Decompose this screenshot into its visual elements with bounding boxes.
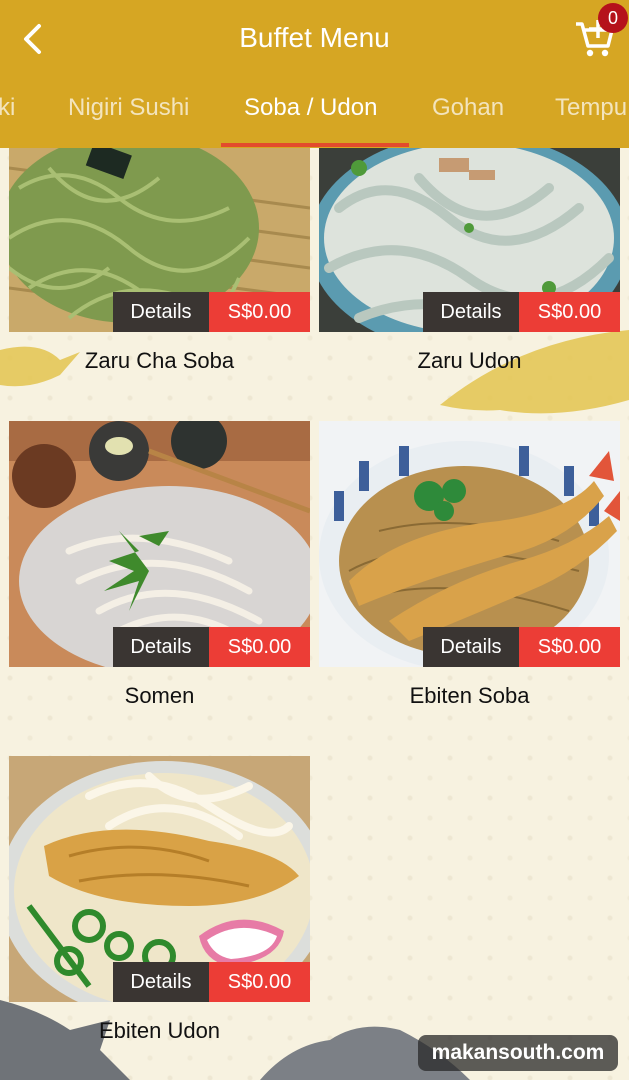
- details-button[interactable]: Details: [113, 627, 209, 667]
- active-tab-indicator: [221, 143, 409, 147]
- cart-count-badge: 0: [598, 3, 628, 33]
- category-tabs: ki Nigiri Sushi Soba / Udon Gohan Tempu: [0, 84, 629, 148]
- price-label: S$0.00: [209, 292, 310, 332]
- page-title: Buffet Menu: [239, 22, 390, 53]
- price-label: S$0.00: [209, 627, 310, 667]
- gold-splash-decoration: [0, 330, 629, 414]
- item-name: Zaru Cha Soba: [84, 348, 235, 373]
- details-button[interactable]: Details: [113, 292, 209, 332]
- tab-nigiri-sushi[interactable]: Nigiri Sushi: [68, 94, 189, 122]
- tab-ki[interactable]: ki: [0, 94, 15, 122]
- details-button[interactable]: Details: [423, 627, 519, 667]
- tab-soba-udon[interactable]: Soba / Udon: [244, 94, 377, 122]
- item-name: Zaru Udon: [417, 348, 522, 373]
- tab-tempura[interactable]: Tempu: [555, 94, 627, 122]
- details-button[interactable]: Details: [113, 962, 209, 1002]
- item-name: Somen: [124, 683, 195, 708]
- item-name: Ebiten Soba: [409, 683, 530, 708]
- details-button[interactable]: Details: [423, 292, 519, 332]
- watermark-badge: makansouth.com: [418, 1035, 618, 1071]
- item-name: Ebiten Udon: [98, 1018, 221, 1043]
- app-header: Buffet Menu 0 ki Nigiri Sushi Soba / Udo…: [0, 0, 629, 148]
- price-label: S$0.00: [519, 292, 620, 332]
- price-label: S$0.00: [519, 627, 620, 667]
- price-label: S$0.00: [209, 962, 310, 1002]
- tab-gohan[interactable]: Gohan: [432, 94, 504, 122]
